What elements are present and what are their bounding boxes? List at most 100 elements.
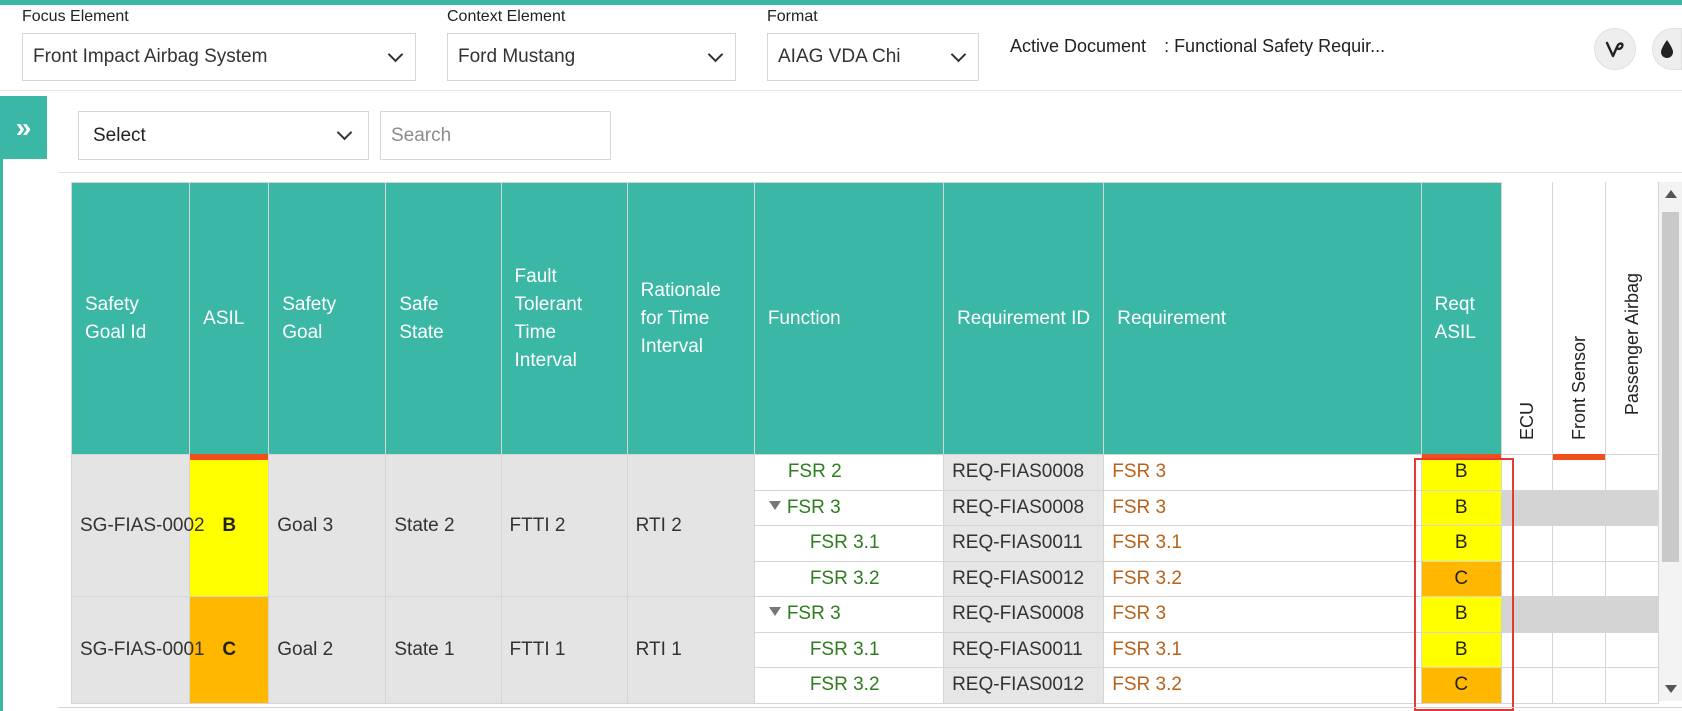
double-chevron-right-icon: » <box>15 111 32 143</box>
reqt-asil-cell[interactable]: B <box>1420 596 1502 633</box>
function-cell[interactable]: FSR 3.2 <box>753 667 945 704</box>
matrix-cell-front-sensor[interactable] <box>1551 667 1606 704</box>
safety-goal-cell[interactable]: Goal 3 <box>268 454 387 597</box>
col-header-safety-goal-id[interactable]: Safety Goal Id <box>70 182 191 455</box>
matrix-cell-passenger-airbag[interactable] <box>1604 560 1660 597</box>
requirement-cell[interactable]: FSR 3 <box>1103 489 1422 526</box>
focus-element-dropdown[interactable]: Front Impact Airbag System <box>22 33 416 81</box>
context-element-label: Context Element <box>447 8 566 25</box>
col-header-function[interactable]: Function <box>753 182 945 455</box>
function-cell[interactable]: FSR 3.1 <box>753 525 945 562</box>
safety-goal-cell[interactable]: Goal 2 <box>268 596 387 704</box>
matrix-cell-ecu[interactable] <box>1500 596 1553 633</box>
rationale-cell[interactable]: RTI 1 <box>626 596 755 704</box>
matrix-cell-passenger-airbag[interactable] <box>1604 631 1660 668</box>
matrix-cell-ecu[interactable] <box>1500 489 1553 526</box>
reqt-asil-cell[interactable]: C <box>1420 667 1502 704</box>
format-label: Format <box>767 8 818 25</box>
rationale-cell[interactable]: RTI 2 <box>626 454 755 597</box>
requirement-id-cell[interactable]: REQ-FIAS0012 <box>943 560 1105 597</box>
col-header-requirement[interactable]: Requirement <box>1103 182 1422 455</box>
col-header-reqt-asil[interactable]: Reqt ASIL <box>1420 182 1502 460</box>
col-header-front-sensor-label: Front Sensor <box>1568 335 1589 440</box>
col-header-passenger-airbag[interactable]: Passenger Airbag <box>1604 182 1660 455</box>
matrix-cell-front-sensor[interactable] <box>1551 560 1606 597</box>
collapse-triangle-icon[interactable] <box>768 607 781 617</box>
reqt-asil-cell[interactable]: C <box>1420 560 1502 597</box>
requirement-id-cell[interactable]: REQ-FIAS0011 <box>943 525 1105 562</box>
function-cell[interactable]: FSR 3 <box>753 489 945 526</box>
matrix-cell-ecu[interactable] <box>1500 667 1553 704</box>
matrix-cell-passenger-airbag[interactable] <box>1604 525 1660 562</box>
toolbar-divider <box>58 172 1682 173</box>
vertical-scrollbar[interactable] <box>1659 182 1682 701</box>
sidebar-expand-button[interactable]: » <box>0 96 47 159</box>
col-header-ecu[interactable]: ECU <box>1500 182 1553 455</box>
safety-goal-id-cell[interactable]: SG-FIAS-0002 <box>70 454 205 597</box>
function-cell[interactable]: FSR 2 <box>753 454 945 491</box>
col-header-rationale[interactable]: Rationale for Time Interval <box>626 182 755 455</box>
matrix-cell-front-sensor[interactable] <box>1551 631 1606 668</box>
function-label: FSR 3 <box>786 603 841 625</box>
col-header-requirement-id[interactable]: Requirement ID <box>943 182 1105 455</box>
scroll-up-icon[interactable] <box>1665 190 1677 198</box>
matrix-cell-passenger-airbag[interactable] <box>1604 667 1660 704</box>
function-cell[interactable]: FSR 3.1 <box>753 631 945 668</box>
search-input[interactable] <box>380 111 611 160</box>
safe-state-cell[interactable]: State 1 <box>385 596 502 704</box>
col-header-safety-goal[interactable]: Safety Goal <box>268 182 387 455</box>
ftti-cell[interactable]: FTTI 2 <box>500 454 628 597</box>
matrix-cell-passenger-airbag[interactable] <box>1604 454 1660 491</box>
requirement-id-cell[interactable]: REQ-FIAS0008 <box>943 489 1105 526</box>
table-row[interactable]: SG-FIAS-0001 C Goal 2 State 1 FTTI 1 RTI… <box>70 596 1660 704</box>
ftti-cell[interactable]: FTTI 1 <box>500 596 628 704</box>
function-cell[interactable]: FSR 3.2 <box>753 560 945 597</box>
matrix-cell-passenger-airbag[interactable] <box>1604 489 1660 526</box>
requirement-id-cell[interactable]: REQ-FIAS0008 <box>943 454 1105 491</box>
asil-indicator-bar <box>190 454 269 460</box>
format-dropdown[interactable]: AIAG VDA Chi <box>767 33 979 81</box>
context-element-dropdown[interactable]: Ford Mustang <box>447 33 736 81</box>
matrix-cell-passenger-airbag[interactable] <box>1604 596 1660 633</box>
col-header-ecu-label: ECU <box>1516 401 1537 440</box>
chevron-down-icon <box>707 46 724 62</box>
requirement-cell[interactable]: FSR 3 <box>1103 454 1422 491</box>
requirement-cell[interactable]: FSR 3.1 <box>1103 631 1422 668</box>
col-header-ftti[interactable]: Fault Tolerant Time Interval <box>500 182 628 455</box>
requirement-cell[interactable]: FSR 3.1 <box>1103 525 1422 562</box>
requirement-cell[interactable]: FSR 3 <box>1103 596 1422 633</box>
reqt-asil-cell[interactable]: B <box>1420 489 1502 526</box>
requirement-cell[interactable]: FSR 3.2 <box>1103 667 1422 704</box>
matrix-cell-front-sensor[interactable] <box>1551 489 1606 526</box>
function-cell[interactable]: FSR 3 <box>753 596 945 633</box>
requirement-id-cell[interactable]: REQ-FIAS0008 <box>943 596 1105 633</box>
col-header-front-sensor[interactable]: Front Sensor <box>1551 182 1606 460</box>
chevron-down-icon <box>950 46 967 62</box>
col-header-asil[interactable]: ASIL <box>189 182 270 460</box>
active-document-value[interactable]: : Functional Safety Requir... <box>1164 36 1385 57</box>
header-divider <box>0 90 1682 91</box>
matrix-cell-ecu[interactable] <box>1500 631 1553 668</box>
requirement-id-cell[interactable]: REQ-FIAS0012 <box>943 667 1105 704</box>
drop-icon[interactable] <box>1652 28 1682 70</box>
matrix-cell-front-sensor[interactable] <box>1551 596 1606 633</box>
scroll-down-icon[interactable] <box>1665 685 1677 693</box>
matrix-cell-front-sensor[interactable] <box>1551 525 1606 562</box>
vine-logo-icon[interactable] <box>1594 28 1636 70</box>
matrix-cell-ecu[interactable] <box>1500 454 1553 491</box>
safe-state-cell[interactable]: State 2 <box>385 454 502 597</box>
collapse-triangle-icon[interactable] <box>768 500 781 510</box>
reqt-asil-cell[interactable]: B <box>1420 631 1502 668</box>
requirement-cell[interactable]: FSR 3.2 <box>1103 560 1422 597</box>
requirement-id-cell[interactable]: REQ-FIAS0011 <box>943 631 1105 668</box>
scrollbar-thumb[interactable] <box>1662 212 1679 562</box>
safety-goal-id-cell[interactable]: SG-FIAS-0001 <box>70 596 205 704</box>
col-header-safe-state[interactable]: Safe State <box>385 182 502 455</box>
context-element-value: Ford Mustang <box>458 46 576 67</box>
table-row[interactable]: SG-FIAS-0002 B Goal 3 State 2 FTTI 2 RTI… <box>70 454 1660 597</box>
col-header-passenger-airbag-label: Passenger Airbag <box>1621 273 1642 416</box>
filter-select[interactable]: Select <box>78 111 369 160</box>
matrix-cell-ecu[interactable] <box>1500 525 1553 562</box>
matrix-cell-ecu[interactable] <box>1500 560 1553 597</box>
reqt-asil-cell[interactable]: B <box>1420 525 1502 562</box>
